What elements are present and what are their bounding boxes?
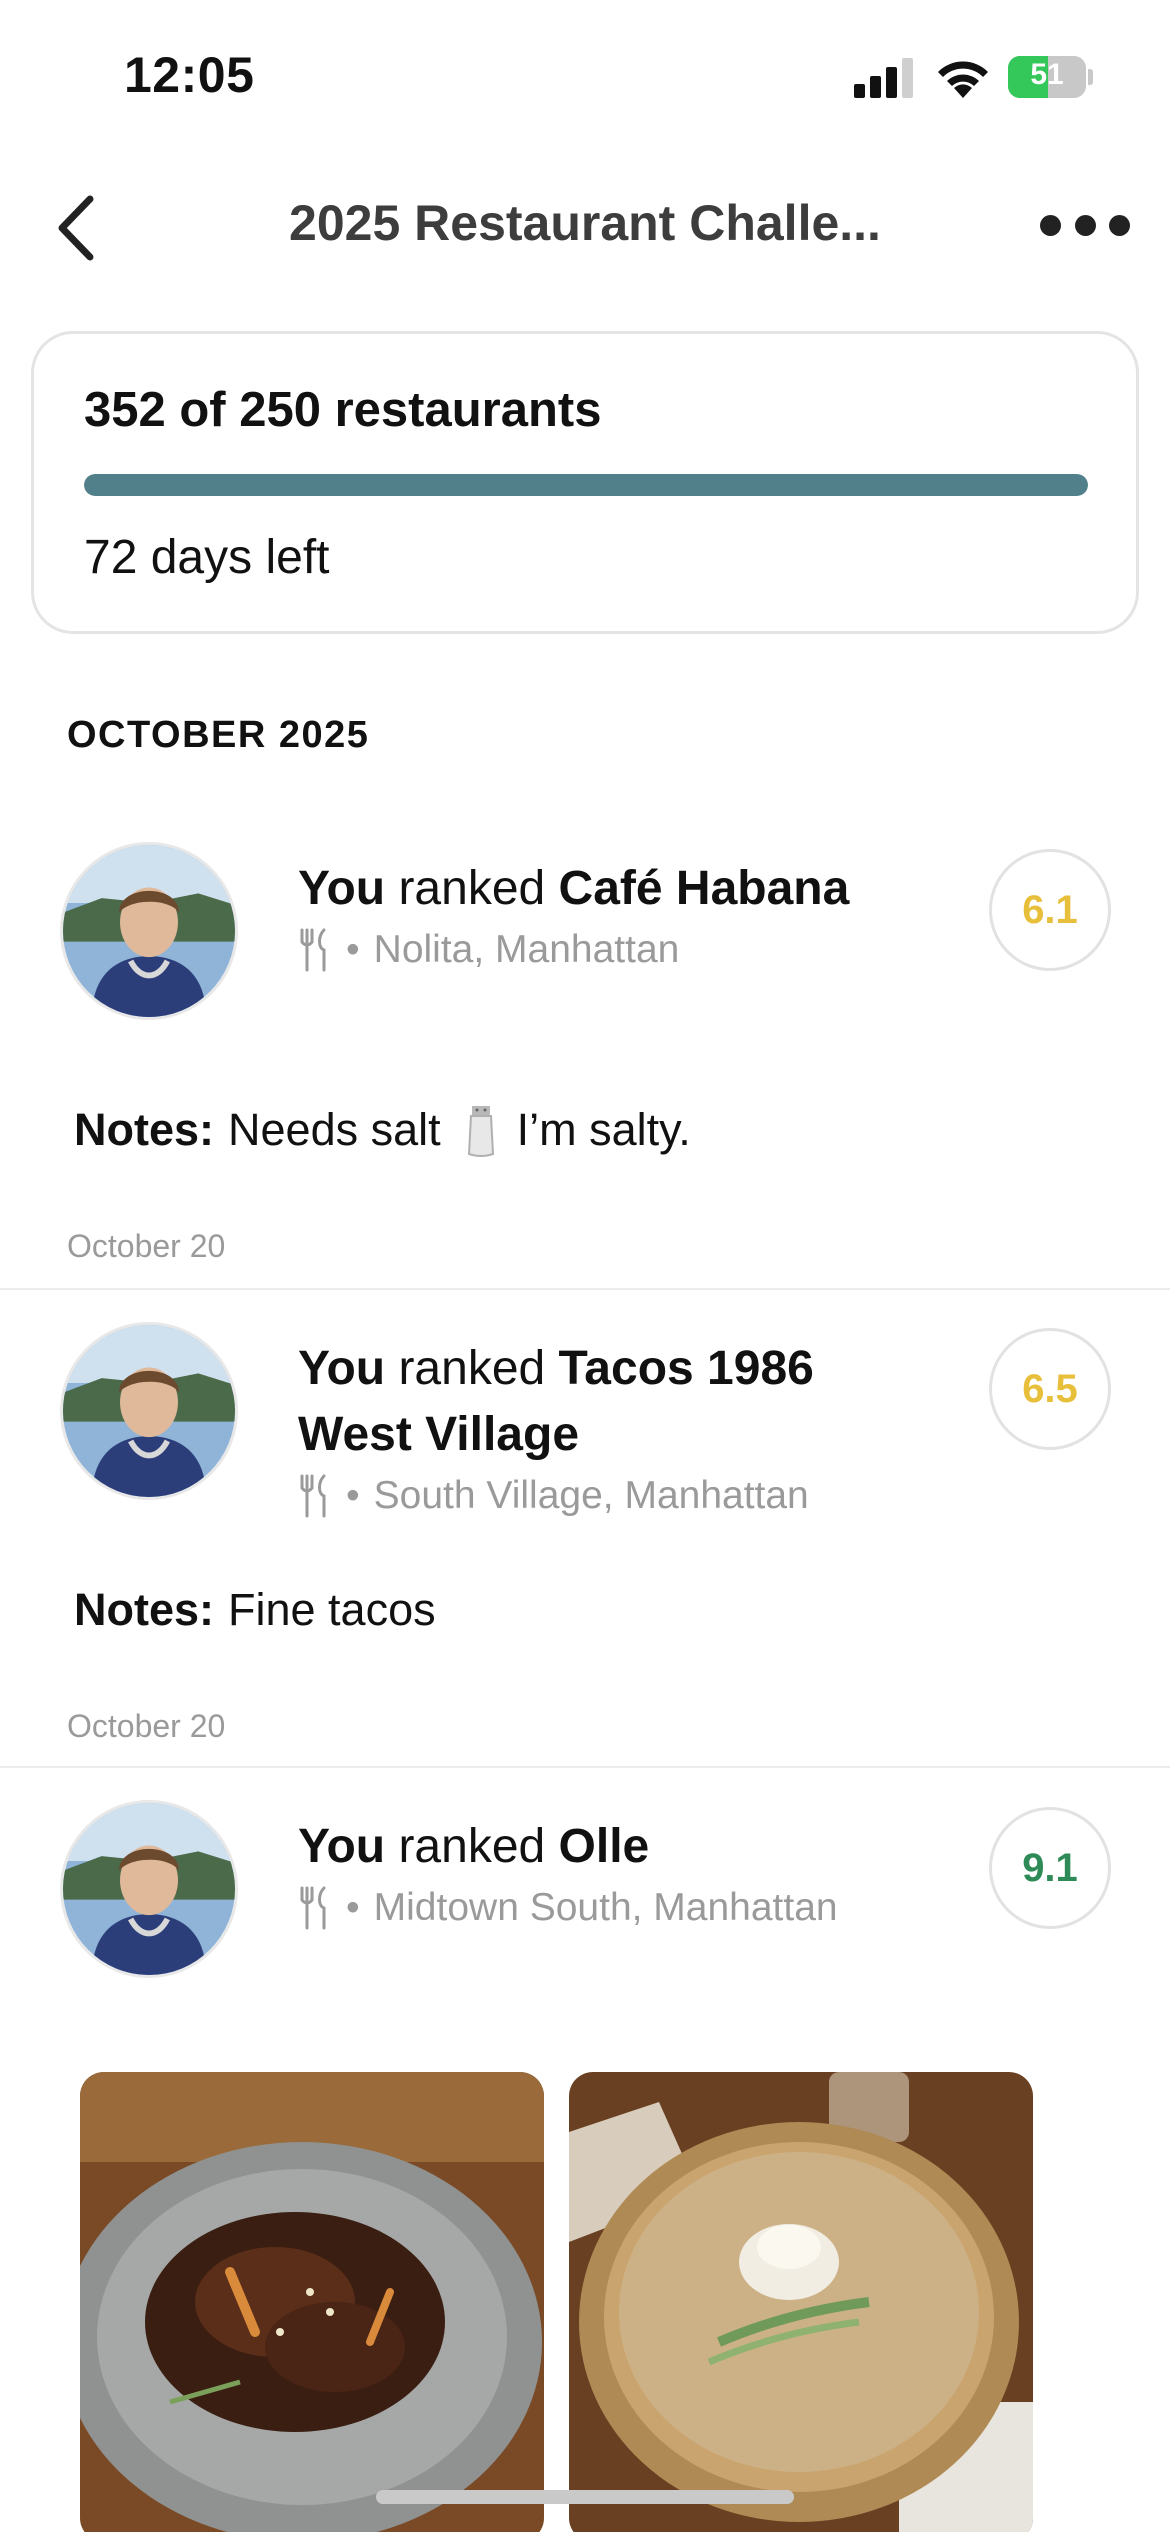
notes-label: Notes: — [74, 1584, 215, 1635]
meta-separator: • — [346, 1886, 360, 1929]
feed-item-title: You ranked Olle — [298, 1814, 938, 1880]
notes: Notes: Needs salt I’m salty. — [74, 1102, 691, 1158]
notes-label: Notes: — [74, 1104, 215, 1155]
progress-label: 352 of 250 restaurants — [84, 383, 602, 437]
utensils-icon — [300, 928, 326, 972]
action-verb: ranked — [398, 1342, 546, 1395]
utensils-icon — [300, 1474, 326, 1518]
ellipsis-icon — [1040, 214, 1061, 236]
feed-item-title: You ranked Café Habana — [298, 856, 938, 922]
feed-item-title: You ranked Tacos 1986 West Village — [298, 1336, 938, 1468]
section-header: OCTOBER 2025 — [67, 714, 370, 756]
food-photo-image — [569, 2072, 1033, 2532]
action-verb: ranked — [398, 1820, 546, 1873]
food-photo[interactable] — [569, 2072, 1033, 2532]
notes-text-continued: I’m salty. — [516, 1104, 691, 1155]
action-verb: ranked — [398, 862, 546, 915]
actor-name[interactable]: You — [298, 1342, 385, 1395]
restaurant-location: Nolita, Manhattan — [373, 928, 680, 971]
screen: 12:05 51 2025 Restaurant Challe... 352 o… — [0, 0, 1170, 2532]
progress-bar-fill — [84, 474, 1088, 496]
score-badge[interactable]: 6.5 — [989, 1328, 1111, 1450]
feed-item-date: October 20 — [67, 1708, 226, 1744]
avatar-photo — [63, 845, 235, 1017]
score-badge[interactable]: 6.1 — [989, 849, 1111, 971]
notes-text: Needs salt — [228, 1104, 441, 1155]
wifi-icon — [938, 61, 988, 98]
divider — [0, 1288, 1170, 1290]
chevron-left-icon — [58, 195, 94, 261]
status-time: 12:05 — [124, 47, 255, 103]
avatar-photo — [63, 1325, 235, 1497]
food-photo[interactable] — [80, 2072, 544, 2532]
restaurant-name[interactable]: Olle — [559, 1820, 650, 1873]
page-title: 2025 Restaurant Challe... — [289, 195, 881, 251]
days-left-label: 72 days left — [84, 531, 330, 584]
actor-name[interactable]: You — [298, 862, 385, 915]
feed-item-meta: • Midtown South, Manhattan — [298, 1886, 938, 1930]
food-photo-image — [80, 2072, 544, 2532]
feed-item-date: October 20 — [67, 1228, 226, 1264]
avatar-photo — [63, 1803, 235, 1975]
status-bar: 12:05 51 — [0, 0, 1170, 150]
restaurant-name[interactable]: Café Habana — [559, 862, 850, 915]
score-badge[interactable]: 9.1 — [989, 1807, 1111, 1929]
avatar[interactable] — [60, 842, 238, 1020]
notes: Notes: Fine tacos — [74, 1584, 436, 1636]
meta-separator: • — [346, 928, 360, 971]
home-indicator[interactable] — [376, 2490, 794, 2504]
challenge-progress-card[interactable]: 352 of 250 restaurants 72 days left — [31, 331, 1139, 634]
salt-shaker-icon — [467, 1106, 494, 1157]
restaurant-location: Midtown South, Manhattan — [373, 1886, 838, 1929]
restaurant-location: South Village, Manhattan — [373, 1474, 809, 1517]
battery-icon: 51 — [1008, 56, 1093, 98]
actor-name[interactable]: You — [298, 1820, 385, 1873]
utensils-icon — [300, 1886, 326, 1930]
back-button[interactable] — [48, 188, 104, 268]
feed-item-meta: • South Village, Manhattan — [298, 1474, 938, 1518]
avatar[interactable] — [60, 1322, 238, 1500]
battery-percent: 51 — [1030, 58, 1064, 91]
divider — [0, 1766, 1170, 1768]
meta-separator: • — [346, 1474, 360, 1517]
notes-text: Fine tacos — [228, 1584, 436, 1635]
avatar[interactable] — [60, 1800, 238, 1978]
more-options-button[interactable] — [1040, 200, 1130, 250]
feed-item-meta: • Nolita, Manhattan — [298, 928, 938, 972]
progress-bar — [84, 474, 1088, 496]
cellular-signal-icon — [854, 58, 913, 98]
